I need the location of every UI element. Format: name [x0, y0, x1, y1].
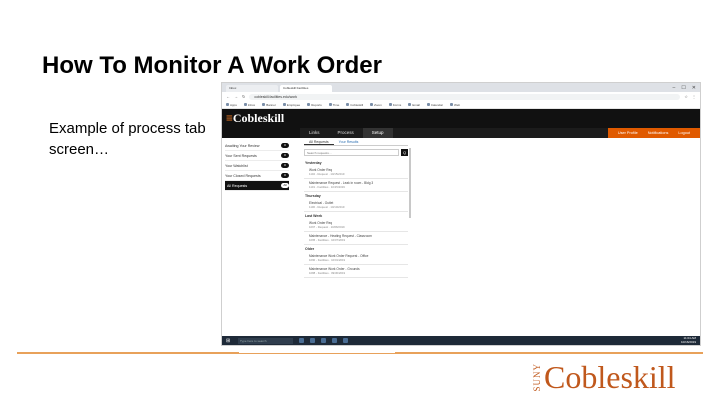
embedded-screenshot: Inbox Cobleskill Facilities – ☐ ✕ ← → ↻ … [221, 82, 701, 346]
search-input[interactable] [304, 149, 399, 156]
bookmark-icon [388, 103, 392, 106]
back-arrow-icon[interactable]: ← [226, 94, 230, 99]
sidebar-item-watchlist[interactable]: Your Watchlist 0 [225, 161, 289, 171]
browser-tab[interactable]: Inbox [226, 85, 278, 92]
bookmark-icon [282, 103, 286, 106]
bookmark-item[interactable]: Inbox [243, 103, 255, 107]
group-heading: Thursday [305, 194, 321, 198]
taskbar-app-icon[interactable] [332, 338, 337, 343]
bookmark-icon [346, 103, 350, 106]
list-item[interactable]: Maintenance Request - Leak in room - Bld… [304, 179, 408, 192]
count-badge: 0 [281, 163, 289, 168]
group-heading: Yesterday [305, 161, 322, 165]
bookmark-item[interactable]: Apps [226, 103, 237, 107]
star-icon[interactable]: ☆ [684, 94, 688, 99]
nav-user-menu: User Profile Notifications Logout [607, 128, 700, 138]
list-item[interactable]: Maintenance - Heating Request - Classroo… [304, 232, 408, 245]
count-badge: 0 [281, 173, 289, 178]
tab-your-results[interactable]: Your Results [334, 138, 364, 145]
windows-taskbar: ⊞ Type here to search 11:04 AM 10/16/201… [222, 336, 700, 345]
logo-suny-text: SUNY [532, 362, 542, 392]
minimize-icon[interactable]: – [673, 84, 676, 92]
taskbar-app-icon[interactable] [321, 338, 326, 343]
bookmark-item[interactable]: Email [408, 103, 420, 107]
forward-arrow-icon[interactable]: → [234, 94, 238, 99]
taskbar-search[interactable]: Type here to search [238, 337, 293, 344]
cobleskill-logo: SUNY Cobleskill [532, 357, 676, 397]
bookmark-item[interactable]: Forms [388, 103, 401, 107]
count-badge: 0 [281, 153, 289, 158]
list-item[interactable]: Maintenance Work Order Request - Office 1… [304, 252, 408, 265]
bookmark-icon [450, 103, 454, 106]
bookmark-item[interactable]: Zoom [370, 103, 382, 107]
bookmark-icon [328, 103, 332, 106]
bookmark-item[interactable]: Time [328, 103, 339, 107]
count-badge: All [281, 183, 289, 188]
list-item[interactable]: Work Order Req 1102 - Request · 10/15/201… [304, 166, 408, 179]
bookmark-item[interactable]: Web [450, 103, 460, 107]
list-item[interactable]: Work Order Req 1097 - Request · 10/08/201… [304, 219, 408, 232]
list-tabs: All Requests Your Results [304, 138, 408, 146]
maximize-icon[interactable]: ☐ [681, 84, 685, 92]
bookmark-icon [370, 103, 374, 106]
logo-wordmark: Cobleskill [544, 359, 676, 395]
sidebar-item-awaiting-review[interactable]: Awaiting Your Review 0 [225, 141, 289, 151]
bookmark-item[interactable]: Reports [307, 103, 322, 107]
nav-tab-links[interactable]: Links [300, 128, 329, 138]
taskbar-app-icon[interactable] [299, 338, 304, 343]
group-heading: Last Week [305, 214, 323, 218]
sidebar-item-closed-requests[interactable]: Your Closed Requests 0 [225, 171, 289, 181]
count-badge: 0 [281, 143, 289, 148]
menu-dots-icon[interactable]: ⋮ [692, 94, 696, 99]
window-controls: – ☐ ✕ [673, 84, 700, 92]
browser-tab-strip: Inbox Cobleskill Facilities – ☐ ✕ [222, 83, 700, 92]
process-sidebar: Awaiting Your Review 0 Your Sent Requests… [222, 138, 292, 320]
bookmark-icon [426, 103, 430, 106]
bookmark-item[interactable]: Cobleskill [346, 103, 363, 107]
nav-tab-setup[interactable]: Setup [362, 128, 393, 138]
app-body: Awaiting Your Review 0 Your Sent Requests… [222, 138, 700, 320]
taskbar-app-icon[interactable] [343, 338, 348, 343]
footer-rule [395, 352, 703, 354]
app-nav-bar: Links Process Setup User Profile Notific… [222, 128, 700, 138]
bookmark-icon [262, 103, 266, 106]
app-logo[interactable]: ≡Cobleskill [226, 111, 284, 126]
user-profile-link[interactable]: User Profile [618, 131, 638, 135]
browser-tab-active[interactable]: Cobleskill Facilities [280, 85, 332, 92]
sidebar-item-all-requests[interactable]: All Requests All [225, 181, 289, 191]
bookmark-icon [226, 103, 229, 106]
bookmark-icon [307, 103, 311, 106]
bookmarks-bar: Apps Inbox Banner Employee Reports Time … [222, 101, 700, 109]
footer-rule [239, 353, 395, 354]
search-button[interactable]: Q [401, 149, 408, 156]
list-item[interactable]: Maintenance Work Order - Grounds 1088 - F… [304, 265, 408, 278]
slide-body-text: Example of process tab screen… [49, 120, 206, 158]
address-bar[interactable]: cobleskill.facilities.edu/work [249, 93, 681, 100]
address-row: ← → ↻ cobleskill.facilities.edu/work ☆ ⋮ [222, 92, 700, 101]
notifications-link[interactable]: Notifications [648, 131, 669, 135]
bookmark-icon [243, 103, 247, 106]
tab-all-requests[interactable]: All Requests [304, 138, 334, 145]
list-item[interactable]: Electrical - Outlet 1100 - Request · 10/1… [304, 199, 408, 212]
bookmark-item[interactable]: Employee [282, 103, 300, 107]
taskbar-clock[interactable]: 11:04 AM 10/16/2019 [681, 336, 700, 344]
search-row: Q [304, 149, 408, 156]
nav-tab-process[interactable]: Process [329, 128, 363, 138]
group-heading: Older [305, 247, 315, 251]
close-icon[interactable]: ✕ [692, 84, 696, 92]
bookmark-icon [408, 103, 412, 106]
bookmark-item[interactable]: Banner [262, 103, 276, 107]
request-list-panel: All Requests Your Results Q Yesterday Wo… [304, 138, 411, 320]
logout-link[interactable]: Logout [678, 131, 690, 135]
reload-icon[interactable]: ↻ [242, 94, 245, 99]
list-scrollbar[interactable] [409, 148, 411, 218]
slide-title: How To Monitor A Work Order [42, 52, 382, 79]
taskbar-app-icon[interactable] [310, 338, 315, 343]
sidebar-item-sent-requests[interactable]: Your Sent Requests 0 [225, 151, 289, 161]
start-icon[interactable]: ⊞ [226, 338, 232, 344]
bookmark-item[interactable]: Calendar [426, 103, 443, 107]
footer-rule [17, 352, 239, 354]
nav-spacer [222, 128, 300, 138]
app-header: ≡Cobleskill [222, 109, 700, 128]
